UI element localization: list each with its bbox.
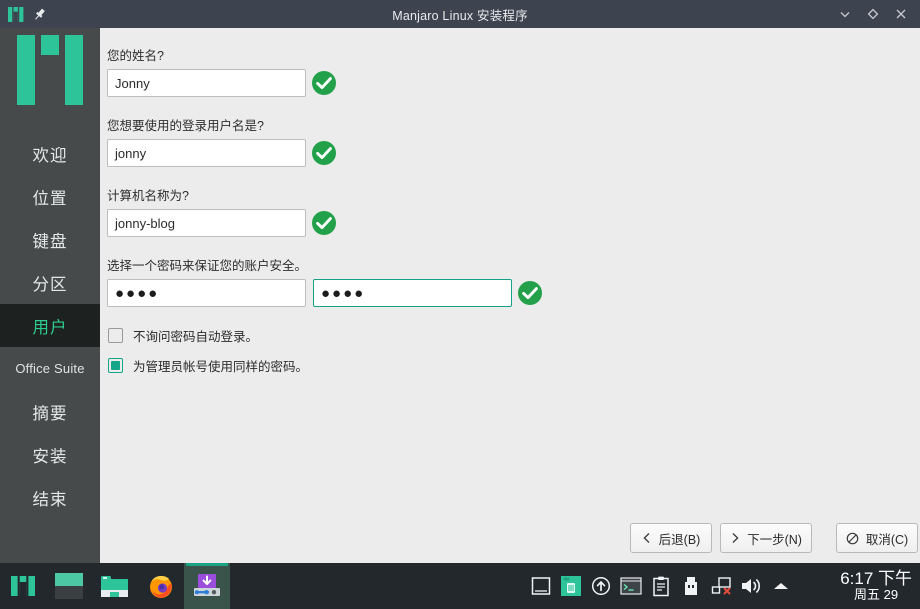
- check-circle-icon: [312, 71, 336, 95]
- sidebar-item-partitions[interactable]: 分区: [0, 261, 100, 304]
- trash-icon: [561, 576, 581, 596]
- title-bar-left: [0, 6, 128, 22]
- manjaro-logo-icon: [8, 6, 24, 22]
- pin-icon[interactable]: [32, 7, 47, 22]
- sidebar-item-office-suite[interactable]: Office Suite: [0, 347, 100, 390]
- clock-date: 周五 29: [854, 587, 899, 603]
- username-label: 您想要使用的登录用户名是?: [107, 119, 264, 133]
- sidebar-item-label: 摘要: [32, 404, 68, 423]
- sidebar-item-label: Office Suite: [15, 361, 85, 376]
- check-circle-icon: [312, 211, 336, 235]
- chevron-up-icon: [774, 583, 788, 589]
- fullname-input[interactable]: Jonny: [107, 69, 306, 97]
- installer-window: Manjaro Linux 安装程序 欢迎 位置 键盘 分区 用户 Office…: [0, 0, 920, 609]
- window-icon: [531, 577, 551, 595]
- tray-volume[interactable]: [736, 563, 766, 609]
- manjaro-logo-icon: [17, 35, 83, 105]
- next-button-label: 下一步(N): [747, 532, 802, 547]
- folder-icon: [101, 576, 128, 597]
- speaker-icon: [742, 579, 760, 593]
- hostname-input[interactable]: jonny-blog: [107, 209, 306, 237]
- taskbar-manjaro-menu[interactable]: [0, 563, 46, 609]
- back-button-label: 后退(B): [658, 532, 701, 547]
- tray-window-list[interactable]: [526, 563, 556, 609]
- cancel-icon: [846, 532, 859, 544]
- sidebar-item-welcome[interactable]: 欢迎: [0, 132, 100, 175]
- sidebar-item-summary[interactable]: 摘要: [0, 390, 100, 433]
- check-circle-icon: [312, 141, 336, 165]
- password-confirm-masked-value: ●●●●: [321, 284, 366, 302]
- sidebar-item-label: 分区: [32, 275, 68, 294]
- footer-buttons: 后退(B) 下一步(N) 取消(C): [100, 497, 920, 563]
- check-circle-icon: [518, 281, 542, 305]
- taskbar: 6:17 下午 周五 29: [0, 563, 920, 609]
- desktop-icon: [55, 573, 83, 599]
- username-input[interactable]: jonny: [107, 139, 306, 167]
- tray-updates[interactable]: [586, 563, 616, 609]
- clock[interactable]: 6:17 下午 周五 29: [840, 563, 912, 609]
- sidebar-item-list: 欢迎 位置 键盘 分区 用户 Office Suite 摘要 安装 结束: [0, 132, 100, 519]
- firefox-icon: [150, 576, 172, 598]
- same-admin-password-row[interactable]: 为管理员帐号使用同样的密码。: [108, 356, 308, 375]
- tray-terminal[interactable]: [616, 563, 646, 609]
- sidebar-item-keyboard[interactable]: 键盘: [0, 218, 100, 261]
- tray-usb-device[interactable]: [676, 563, 706, 609]
- password-confirm-input[interactable]: ●●●●: [313, 279, 512, 307]
- cancel-button[interactable]: 取消(C): [836, 523, 918, 553]
- same-admin-password-checkbox[interactable]: [108, 358, 123, 373]
- password-label: 选择一个密码来保证您的账户安全。: [107, 259, 308, 273]
- sidebar-item-finish[interactable]: 结束: [0, 476, 100, 519]
- sidebar: 欢迎 位置 键盘 分区 用户 Office Suite 摘要 安装 结束: [0, 28, 100, 563]
- taskbar-installer[interactable]: [184, 563, 230, 609]
- clock-time: 6:17 下午: [840, 569, 912, 589]
- usb-icon: [685, 576, 697, 595]
- hostname-label: 计算机名称为?: [107, 189, 189, 203]
- chevron-right-icon: [732, 533, 739, 543]
- title-bar: Manjaro Linux 安装程序: [0, 0, 920, 28]
- password-input[interactable]: ●●●●: [107, 279, 306, 307]
- password-masked-value: ●●●●: [115, 284, 160, 302]
- chevron-left-icon: [643, 533, 650, 543]
- autologin-label: 不询问密码自动登录。: [133, 330, 259, 344]
- sidebar-item-label: 安装: [32, 447, 68, 466]
- tray-network-offline[interactable]: [706, 563, 736, 609]
- chevron-down-icon[interactable]: [838, 7, 852, 21]
- cancel-button-label: 取消(C): [865, 532, 909, 547]
- sidebar-item-label: 欢迎: [32, 146, 68, 165]
- tray-show-hidden[interactable]: [766, 563, 796, 609]
- autologin-checkbox[interactable]: [108, 328, 123, 343]
- back-button[interactable]: 后退(B): [630, 523, 712, 553]
- tray-trash[interactable]: [556, 563, 586, 609]
- manjaro-logo-icon: [11, 576, 35, 596]
- sidebar-item-users[interactable]: 用户: [0, 304, 100, 347]
- taskbar-file-manager[interactable]: [92, 563, 138, 609]
- close-icon[interactable]: [894, 7, 908, 21]
- clipboard-icon: [653, 576, 669, 596]
- autologin-row[interactable]: 不询问密码自动登录。: [108, 326, 258, 345]
- tray-clipboard[interactable]: [646, 563, 676, 609]
- fullname-label: 您的姓名?: [107, 49, 164, 63]
- sidebar-item-label: 用户: [32, 318, 68, 337]
- network-disconnected-icon: [711, 577, 731, 595]
- next-button[interactable]: 下一步(N): [720, 523, 812, 553]
- sidebar-item-label: 位置: [32, 189, 68, 208]
- diamond-icon[interactable]: [866, 7, 880, 21]
- sidebar-item-location[interactable]: 位置: [0, 175, 100, 218]
- sidebar-item-label: 键盘: [32, 232, 68, 251]
- window-controls: [838, 0, 914, 28]
- update-arrow-icon: [591, 576, 611, 596]
- window-title: Manjaro Linux 安装程序: [392, 8, 528, 23]
- same-admin-password-label: 为管理员帐号使用同样的密码。: [133, 360, 309, 374]
- taskbar-show-desktop[interactable]: [46, 563, 92, 609]
- system-tray: [526, 563, 796, 609]
- user-setup-page: 您的姓名? Jonny 您想要使用的登录用户名是? jonny 计算机名称为? …: [100, 28, 920, 563]
- terminal-icon: [620, 577, 642, 595]
- sidebar-item-label: 结束: [32, 490, 68, 509]
- taskbar-firefox[interactable]: [138, 563, 184, 609]
- sidebar-item-install[interactable]: 安装: [0, 433, 100, 476]
- installer-icon: [194, 574, 220, 596]
